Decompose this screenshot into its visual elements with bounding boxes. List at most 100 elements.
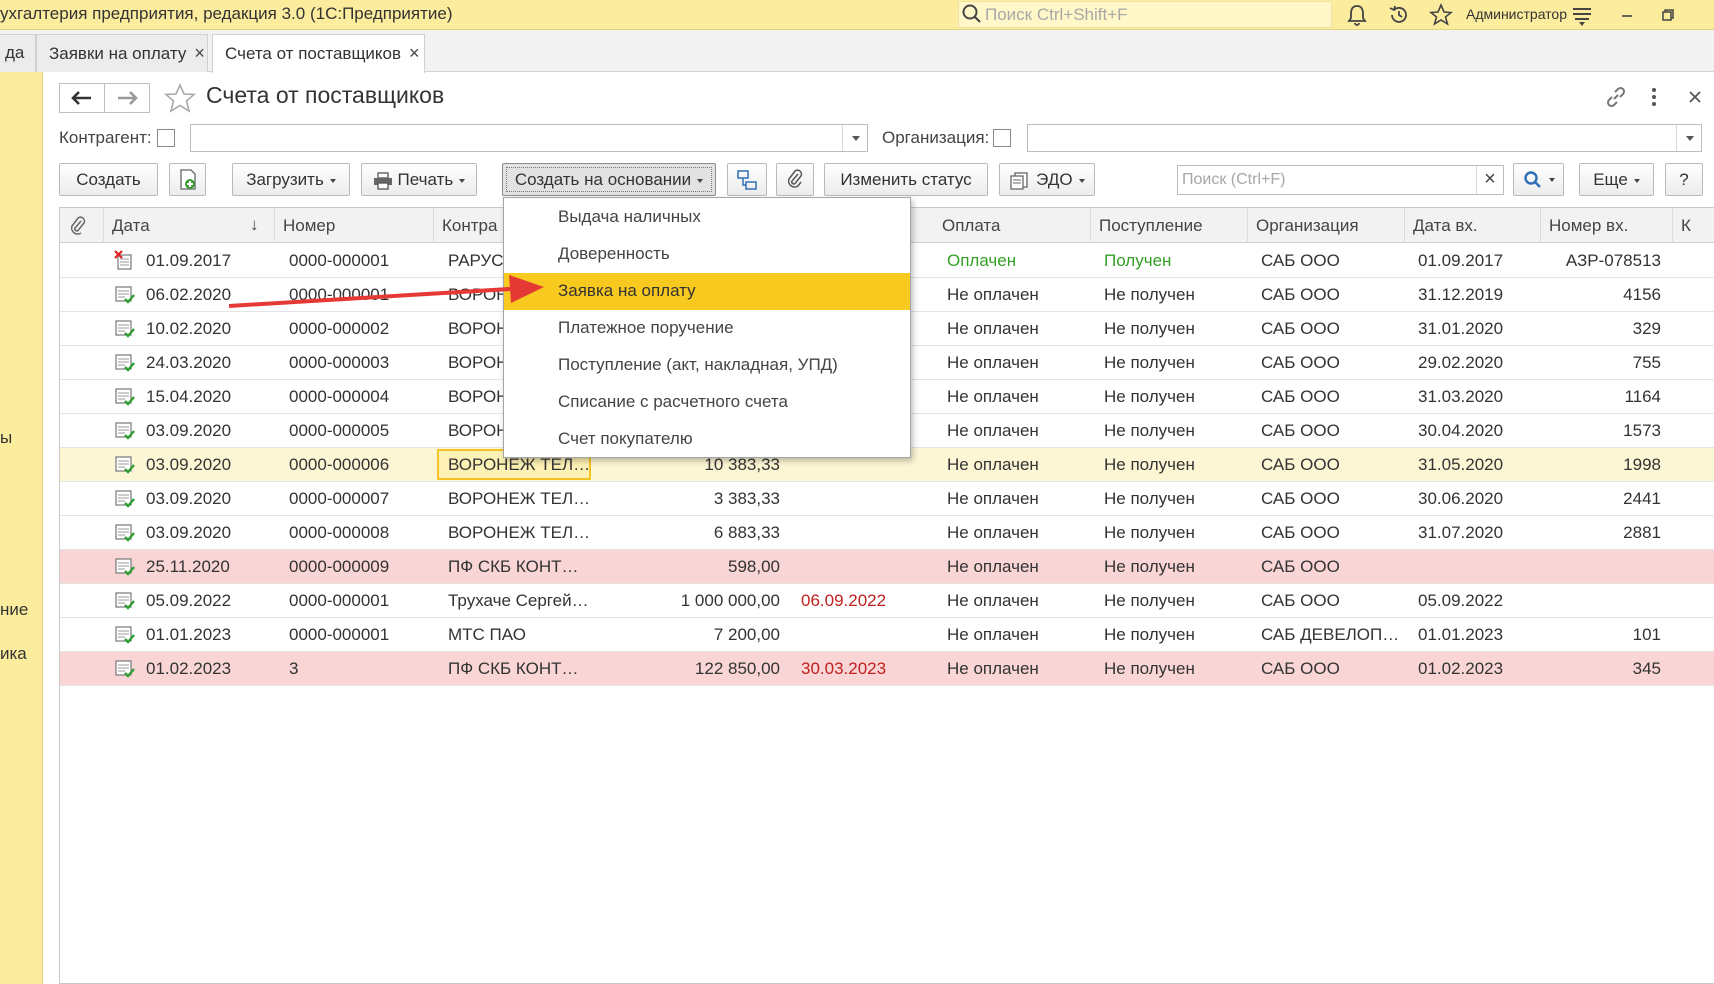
table-row[interactable]: 03.09.2020 0000-000007 ВОРОНЕЖ ТЕЛ… 3 383,3… (60, 482, 1714, 516)
counterparty-checkbox[interactable] (157, 129, 175, 147)
posted-doc-icon (115, 320, 135, 338)
sidebar-item[interactable]: ика (0, 644, 27, 664)
cell-org: САБ ДЕВЕЛОП… (1261, 625, 1400, 644)
create-button[interactable]: Создать (59, 163, 158, 196)
organization-checkbox[interactable] (993, 129, 1011, 147)
more-button[interactable]: Еще (1579, 163, 1654, 196)
menu-item[interactable]: Поступление (акт, накладная, УПД) (504, 347, 910, 384)
menu-item[interactable]: Выдача наличных (504, 199, 910, 236)
cell-in-number: 1164 (1624, 387, 1661, 406)
main-menu-icon[interactable] (1569, 2, 1595, 28)
cell-number: 3 (289, 659, 299, 678)
forward-button[interactable] (104, 83, 150, 113)
cell-date: 25.11.2020 (146, 557, 230, 576)
chevron-down-icon[interactable] (1676, 125, 1701, 151)
help-button[interactable]: ? (1665, 163, 1703, 196)
favorites-star-icon[interactable] (1428, 2, 1454, 28)
menu-item[interactable]: Доверенность (504, 236, 910, 273)
more-actions-icon[interactable] (1646, 84, 1662, 110)
current-user[interactable]: Администратор (1466, 6, 1567, 22)
attach-file-button[interactable] (776, 163, 814, 196)
column-header-date[interactable]: Дата ↓ (104, 208, 275, 243)
cell-org: САБ ООО (1261, 285, 1340, 304)
tab-label: Счета от поставщиков (225, 44, 402, 63)
menu-item[interactable]: Счет покупателю (504, 421, 910, 458)
restore-window-icon[interactable] (1655, 2, 1681, 28)
table-row[interactable]: 03.09.2020 0000-000008 ВОРОНЕЖ ТЕЛ… 6 883,3… (60, 516, 1714, 550)
column-header-organization[interactable]: Организация (1248, 208, 1405, 243)
sidebar-item[interactable]: ы (0, 428, 12, 448)
bell-icon[interactable] (1344, 2, 1370, 28)
table-row[interactable]: 01.02.2023 3 ПФ СКБ КОНТ… 122 850,00 30.03.2… (60, 652, 1714, 686)
minimize-icon[interactable] (1614, 2, 1640, 28)
clear-search-icon[interactable]: × (1476, 166, 1503, 194)
tab-payment-requests[interactable]: Заявки на оплату × (36, 34, 208, 72)
table-row[interactable]: 01.01.2023 0000-000001 МТС ПАО 7 200,00 Не о… (60, 618, 1714, 652)
cell-counterparty: ПФ СКБ КОНТ… (448, 659, 579, 678)
search-options-button[interactable] (1513, 163, 1564, 196)
column-header-number[interactable]: Номер (275, 208, 434, 243)
tab-supplier-invoices[interactable]: Счета от поставщиков × (212, 34, 425, 73)
column-header-label: Контра (442, 216, 498, 235)
change-status-button[interactable]: Изменить статус (824, 163, 988, 196)
cell-in-number: 2441 (1623, 489, 1661, 508)
cell-number: 0000-000005 (289, 421, 390, 440)
column-header-payment[interactable]: Оплата (934, 208, 1091, 243)
global-search-input[interactable]: Поиск Ctrl+Shift+F (958, 1, 1332, 28)
app-title-bar: ухгалтерия предприятия, редакция 3.0 (1С… (0, 0, 1714, 30)
menu-item[interactable]: Платежное поручение (504, 310, 910, 347)
menu-item[interactable]: Заявка на оплату (504, 273, 910, 310)
close-tab-icon[interactable]: × (194, 43, 205, 63)
search-icon (1523, 170, 1541, 188)
cell-payment: Не оплачен (947, 387, 1039, 406)
open-tabs-bar: да Заявки на оплату × Счета от поставщико… (0, 30, 1714, 73)
counterparty-field[interactable] (190, 124, 868, 152)
menu-item[interactable]: Списание с расчетного счета (504, 384, 910, 421)
print-button[interactable]: Печать (361, 163, 477, 196)
cell-number: 0000-000009 (289, 557, 390, 576)
cell-in-date: 31.03.2020 (1418, 387, 1504, 406)
search-icon (962, 4, 981, 23)
list-search-input[interactable]: Поиск (Ctrl+F) × (1177, 165, 1504, 195)
close-tab-icon[interactable]: × (409, 43, 420, 63)
cell-amount: 3 383,33 (713, 489, 780, 508)
table-row[interactable]: 05.09.2022 0000-000001 Трухаче Сергей… 1 00… (60, 584, 1714, 618)
cell-org: САБ ООО (1261, 251, 1340, 270)
chevron-down-icon[interactable] (842, 125, 867, 151)
structure-button[interactable] (727, 163, 767, 196)
counterparty-label: Контрагент: (59, 128, 152, 147)
cell-org: САБ ООО (1261, 659, 1340, 678)
page-title: Счета от поставщиков (206, 82, 445, 108)
create-based-on-button[interactable]: Создать на основании (502, 163, 716, 196)
column-header-receipt[interactable]: Поступление (1091, 208, 1248, 243)
history-icon[interactable] (1386, 2, 1412, 28)
cell-in-date: 31.07.2020 (1418, 523, 1504, 542)
column-header-incoming-number[interactable]: Номер вх. (1541, 208, 1673, 243)
table-row[interactable]: 25.11.2020 0000-000009 ПФ СКБ КОНТ… 598,00 Н… (60, 550, 1714, 584)
sidebar-item[interactable]: ние (0, 600, 28, 620)
edo-button[interactable]: ЭДО (999, 163, 1095, 196)
link-icon[interactable] (1603, 84, 1629, 110)
favorite-star-icon[interactable] (163, 82, 197, 114)
column-header-incoming-date[interactable]: Дата вх. (1405, 208, 1541, 243)
column-header-more[interactable]: К (1673, 208, 1714, 243)
posted-doc-icon (115, 388, 135, 406)
cell-date: 06.02.2020 (146, 285, 232, 304)
create-with-copy-button[interactable] (169, 163, 206, 196)
load-button[interactable]: Загрузить (232, 163, 350, 196)
column-header-label: Поступление (1099, 216, 1203, 235)
cell-org: САБ ООО (1261, 319, 1340, 338)
close-icon[interactable] (1683, 84, 1707, 110)
cell-in-number: 4156 (1623, 285, 1661, 304)
attachment-column-header[interactable] (60, 208, 104, 243)
organization-field[interactable] (1027, 124, 1702, 152)
cell-amount: 10 383,33 (704, 455, 780, 474)
back-button[interactable] (59, 83, 105, 113)
tab-label: да (5, 43, 25, 62)
edo-button-label: ЭДО (1036, 170, 1073, 189)
tab-partial[interactable]: да (0, 34, 36, 72)
cell-payment: Не оплачен (947, 421, 1039, 440)
cell-number: 0000-000002 (289, 319, 390, 338)
print-button-label: Печать (397, 170, 454, 189)
posted-doc-icon (115, 660, 135, 678)
